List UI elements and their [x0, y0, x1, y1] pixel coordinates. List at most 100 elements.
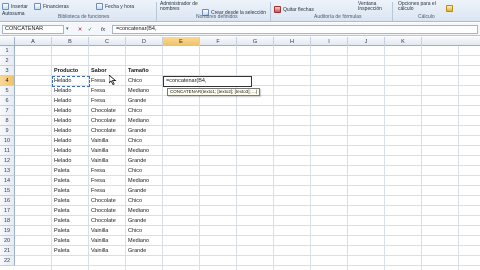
table-cell[interactable]: Paleta: [52, 186, 89, 196]
table-cell[interactable]: Helado: [52, 126, 89, 136]
table-cell[interactable]: Helado: [52, 106, 89, 116]
row-header-8[interactable]: 8: [0, 116, 15, 126]
row-header-13[interactable]: 13: [0, 166, 15, 176]
table-cell[interactable]: Mediano: [126, 86, 163, 96]
date-time-button[interactable]: Fecha y hora: [96, 1, 134, 12]
table-cell[interactable]: Mediano: [126, 176, 163, 186]
chevron-down-icon[interactable]: ▾: [66, 26, 69, 32]
column-header-f[interactable]: F: [200, 37, 237, 46]
column-header-j[interactable]: J: [348, 37, 385, 46]
row-header-1[interactable]: 1: [0, 46, 15, 56]
row-header-9[interactable]: 9: [0, 126, 15, 136]
row-header-20[interactable]: 20: [0, 236, 15, 246]
table-cell[interactable]: Vainilla: [89, 156, 126, 166]
table-cell[interactable]: Grande: [126, 126, 163, 136]
table-cell[interactable]: Paleta: [52, 246, 89, 256]
enter-icon[interactable]: ✓: [86, 25, 94, 34]
financial-button[interactable]: Financieras: [34, 1, 69, 12]
table-cell[interactable]: Chocolate: [89, 206, 126, 216]
formula-input[interactable]: =concatenar(B4,: [112, 25, 478, 34]
table-cell[interactable]: Chocolate: [89, 126, 126, 136]
column-header-d[interactable]: D: [126, 37, 163, 46]
table-cell[interactable]: Vainilla: [89, 226, 126, 236]
row-header-15[interactable]: 15: [0, 186, 15, 196]
name-box[interactable]: CONCATENAR: [2, 25, 64, 34]
column-header-c[interactable]: C: [89, 37, 126, 46]
table-cell[interactable]: Paleta: [52, 206, 89, 216]
column-header-i[interactable]: I: [311, 37, 348, 46]
table-header-cell[interactable]: Sabor: [89, 66, 126, 76]
row-header-7[interactable]: 7: [0, 106, 15, 116]
table-cell[interactable]: Vainilla: [89, 236, 126, 246]
table-cell[interactable]: Fresa: [89, 86, 126, 96]
column-header-e[interactable]: E: [163, 37, 200, 46]
row-header-19[interactable]: 19: [0, 226, 15, 236]
table-header-cell[interactable]: Producto: [52, 66, 89, 76]
watch-window-button[interactable]: Ventana Inspección: [358, 1, 386, 13]
table-cell[interactable]: Helado: [52, 136, 89, 146]
column-header-h[interactable]: H: [274, 37, 311, 46]
table-cell[interactable]: Chico: [126, 166, 163, 176]
table-cell[interactable]: Paleta: [52, 176, 89, 186]
row-header-17[interactable]: 17: [0, 206, 15, 216]
column-header-k[interactable]: K: [385, 37, 422, 46]
column-header-b[interactable]: B: [52, 37, 89, 46]
table-cell[interactable]: Vainilla: [89, 246, 126, 256]
table-cell[interactable]: Grande: [126, 246, 163, 256]
table-cell[interactable]: Mediano: [126, 116, 163, 126]
table-cell[interactable]: Helado: [52, 86, 89, 96]
table-cell[interactable]: Fresa: [89, 76, 126, 86]
table-cell[interactable]: Helado: [52, 156, 89, 166]
row-header-6[interactable]: 6: [0, 96, 15, 106]
table-cell[interactable]: Helado: [52, 116, 89, 126]
table-cell[interactable]: Paleta: [52, 226, 89, 236]
table-cell[interactable]: Mediano: [126, 146, 163, 156]
table-cell[interactable]: Paleta: [52, 236, 89, 246]
table-cell[interactable]: Chico: [126, 196, 163, 206]
row-header-11[interactable]: 11: [0, 146, 15, 156]
row-header-2[interactable]: 2: [0, 56, 15, 66]
row-header-22[interactable]: 22: [0, 256, 15, 266]
table-cell[interactable]: Paleta: [52, 166, 89, 176]
row-header-5[interactable]: 5: [0, 86, 15, 96]
table-cell[interactable]: Fresa: [89, 166, 126, 176]
column-header-a[interactable]: A: [15, 37, 52, 46]
table-cell[interactable]: Chico: [126, 106, 163, 116]
autosum-button[interactable]: Autosuma: [2, 8, 25, 19]
table-cell[interactable]: Mediano: [126, 236, 163, 246]
insert-function-fx-button[interactable]: fx: [97, 25, 109, 34]
row-header-10[interactable]: 10: [0, 136, 15, 146]
table-cell[interactable]: Helado: [52, 96, 89, 106]
row-header-14[interactable]: 14: [0, 176, 15, 186]
table-cell[interactable]: Grande: [126, 156, 163, 166]
row-header-16[interactable]: 16: [0, 196, 15, 206]
table-cell[interactable]: Grande: [126, 96, 163, 106]
table-cell[interactable]: Fresa: [89, 186, 126, 196]
table-header-cell[interactable]: Tamaño: [126, 66, 163, 76]
worksheet-grid[interactable]: Producto Sabor Tamaño Helado Fresa Chico Helad…: [15, 46, 480, 270]
table-cell[interactable]: Chico: [126, 76, 163, 86]
table-cell[interactable]: Mediano: [126, 206, 163, 216]
table-cell[interactable]: Chocolate: [89, 116, 126, 126]
table-cell[interactable]: Fresa: [89, 176, 126, 186]
row-header-3[interactable]: 3: [0, 66, 15, 76]
table-cell[interactable]: Chico: [126, 136, 163, 146]
table-cell[interactable]: Grande: [126, 186, 163, 196]
table-cell[interactable]: Vainilla: [89, 136, 126, 146]
calc-now-button[interactable]: [446, 3, 453, 14]
name-manager-button[interactable]: Administrador de nombres: [160, 1, 198, 13]
row-header-12[interactable]: 12: [0, 156, 15, 166]
table-cell[interactable]: Chocolate: [89, 216, 126, 226]
remove-arrows-button[interactable]: Quitar flechas: [274, 4, 314, 15]
table-cell[interactable]: Chico: [126, 226, 163, 236]
table-cell[interactable]: Helado: [52, 146, 89, 156]
table-cell[interactable]: Grande: [126, 216, 163, 226]
table-cell[interactable]: Paleta: [52, 196, 89, 206]
calc-options-button[interactable]: Opciones para el cálculo: [398, 1, 442, 13]
select-all-corner[interactable]: [0, 37, 15, 46]
table-cell[interactable]: Chocolate: [89, 196, 126, 206]
table-cell[interactable]: Paleta: [52, 216, 89, 226]
row-header-4[interactable]: 4: [0, 76, 15, 86]
cancel-icon[interactable]: ✕: [76, 25, 84, 34]
row-header-21[interactable]: 21: [0, 246, 15, 256]
